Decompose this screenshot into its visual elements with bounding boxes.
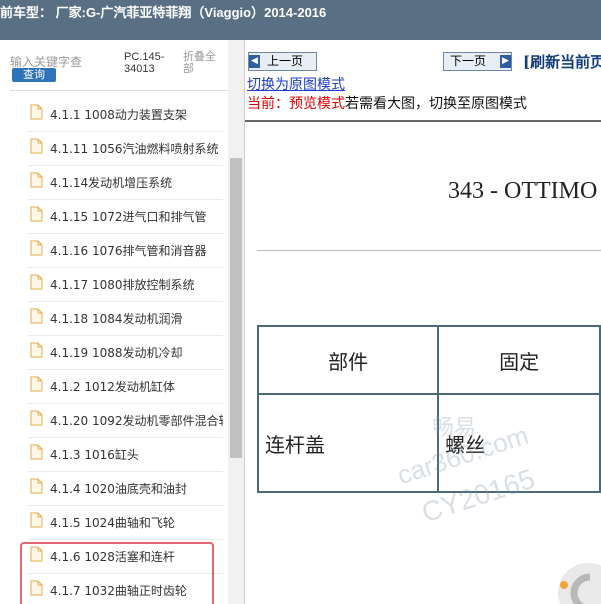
page-navbar: ◀ 上一页 下一页 ▶ [刷新当前页 [245,40,601,81]
toc-item[interactable]: 4.1.16 1076排气管和消音器 [28,234,223,268]
document-icon [30,342,43,358]
document-icon [30,206,43,222]
document-icon [30,308,43,324]
toc-item[interactable]: 4.1.17 1080排放控制系统 [28,268,223,302]
main-content: ◀ 上一页 下一页 ▶ [刷新当前页 切换为原图模式 当前：预览模式若需看大图，… [245,40,601,604]
toc-item[interactable]: 4.1.3 1016缸头 [28,438,223,472]
mode-prefix: 当前： [247,96,289,112]
brand-logo-icon [558,563,601,604]
toc-item[interactable]: 4.1.19 1088发动机冷却 [28,336,223,370]
toc-item[interactable]: 4.1.5 1024曲轴和飞轮 [28,506,223,540]
toc-item[interactable]: 4.1.18 1084发动机润滑 [28,302,223,336]
toc-item[interactable]: 4.1.20 1092发动机零部件混合轴 [28,404,223,438]
toc-item-label: 4.1.16 1076排气管和消音器 [50,244,207,258]
document-icon [30,138,43,154]
toc-item-label: 4.1.2 1012发动机缸体 [50,380,175,394]
toc-item-label: 4.1.17 1080排放控制系统 [50,278,195,292]
document-icon [30,172,43,188]
scrollbar-thumb[interactable] [230,158,242,458]
next-page-label: 下一页 [450,54,487,68]
toc-item-label: 4.1.3 1016缸头 [50,448,139,462]
document-icon [30,478,43,494]
table-header-cell: 固定 [437,325,601,395]
toc-item[interactable]: 4.1.1 1008动力装置支架 [28,98,223,132]
toc-item-label: 4.1.5 1024曲轴和飞轮 [50,516,175,530]
mode-hint: 若需看大图，切换至原图模式 [345,96,527,112]
toc-item[interactable]: 4.1.15 1072进气口和排气管 [28,200,223,234]
next-page-button[interactable]: 下一页 ▶ [443,52,512,71]
document-icon [30,410,43,426]
toc-item-label: 4.1.1 1008动力装置支架 [50,108,187,122]
table-header-cell: 部件 [256,325,440,395]
document-icon [30,512,43,528]
arrow-right-icon: ▶ [500,55,511,68]
title-bar: 前车型： 厂家:G-广汽菲亚特菲翔（Viaggio）2014-2016 [0,0,601,40]
toc-item-label: 4.1.4 1020油底壳和油封 [50,482,187,496]
toc-item[interactable]: 4.1.11 1056汽油燃料喷射系统 [28,132,223,166]
document-title: 343 - OTTIMO [448,178,598,204]
document-icon [30,376,43,392]
document-rule [257,250,601,251]
document-code: PC.145-34013 [124,51,165,75]
current-mode: 预览模式 [289,96,345,112]
collapse-all-button[interactable]: 折叠全部 [183,51,223,75]
divider [245,120,601,122]
document-icon [30,444,43,460]
mode-status: 当前：预览模式若需看大图，切换至原图模式 [247,93,527,113]
toc-item-label: 4.1.20 1092发动机零部件混合轴 [50,414,223,428]
divider [10,90,230,91]
toc-item[interactable]: 4.1.14发动机增压系统 [28,166,223,200]
sidebar-search-area: 输入关键字查 查询 PC.145-34013 折叠全部 [0,40,244,88]
toc-item[interactable]: 4.1.4 1020油底壳和油封 [28,472,223,506]
sidebar: 输入关键字查 查询 PC.145-34013 折叠全部 4.1.1 1008动力… [0,40,245,604]
toc-item-label: 4.1.18 1084发动机润滑 [50,312,183,326]
toc-item-label: 4.1.19 1088发动机冷却 [50,346,183,360]
arrow-left-icon: ◀ [249,55,260,68]
selection-highlight [20,542,214,604]
document-icon [30,104,43,120]
table-header-row: 部件 固定 [256,325,601,395]
toc-item-label: 4.1.11 1056汽油燃料喷射系统 [50,142,219,156]
prev-page-button[interactable]: ◀ 上一页 [248,52,317,71]
prev-page-label: 上一页 [267,54,304,68]
toc-item-label: 4.1.14发动机增压系统 [50,176,173,190]
toc-item[interactable]: 4.1.2 1012发动机缸体 [28,370,223,404]
window-title: 前车型： 厂家:G-广汽菲亚特菲翔（Viaggio）2014-2016 [0,5,327,20]
refresh-page-link[interactable]: [刷新当前页 [523,51,601,72]
switch-to-original-link[interactable]: 切换为原图模式 [247,78,345,92]
document-icon [30,274,43,290]
document-icon [30,240,43,256]
sidebar-scrollbar[interactable] [228,40,244,604]
toc-item-label: 4.1.15 1072进气口和排气管 [50,210,207,224]
search-button[interactable]: 查询 [12,68,56,82]
